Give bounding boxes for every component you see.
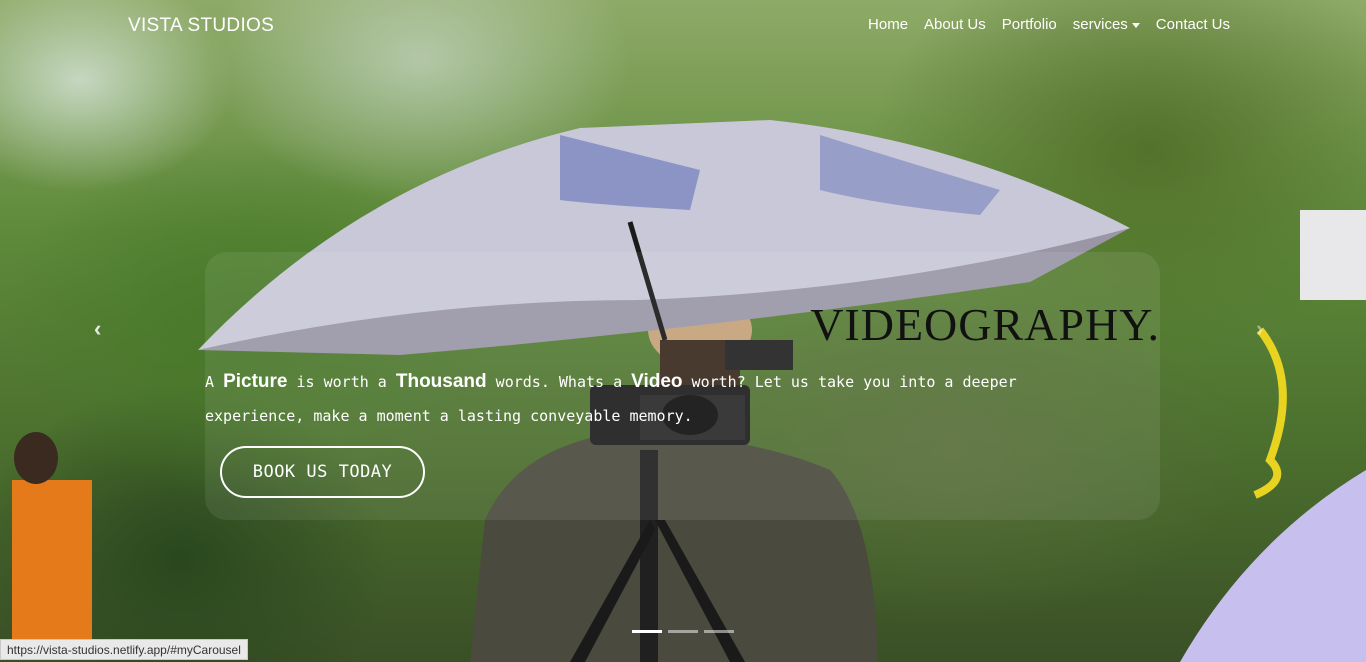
- browser-status-url: https://vista-studios.netlify.app/#myCar…: [0, 639, 248, 660]
- carousel-next-icon[interactable]: ›: [1256, 316, 1263, 342]
- nav-home[interactable]: Home: [868, 16, 908, 33]
- carousel-indicator[interactable]: [668, 630, 698, 633]
- nav-portfolio[interactable]: Portfolio: [1002, 16, 1057, 33]
- carousel-indicators: [632, 630, 734, 633]
- tagline-text: is worth a: [287, 373, 396, 391]
- nav-services-label: services: [1072, 16, 1128, 33]
- hero-carousel: VISTA STUDIOS Home About Us Portfolio se…: [0, 0, 1366, 662]
- tagline-emphasis: Thousand: [395, 371, 487, 392]
- brand-logo[interactable]: VISTA STUDIOS: [128, 15, 274, 37]
- carousel-prev-icon[interactable]: ‹: [94, 316, 101, 342]
- nav-links: Home About Us Portfolio services Contact…: [868, 16, 1230, 33]
- book-us-button[interactable]: BOOK US TODAY: [220, 446, 425, 498]
- tagline-emphasis: Picture: [223, 371, 288, 392]
- navbar: VISTA STUDIOS Home About Us Portfolio se…: [0, 0, 1366, 52]
- carousel-headline: VIDEOGRAPHY.: [810, 299, 1160, 350]
- tagline-text: words. Whats a: [486, 373, 632, 391]
- carousel-indicator[interactable]: [632, 630, 662, 633]
- nav-about-us[interactable]: About Us: [924, 16, 986, 33]
- nav-services-dropdown[interactable]: services: [1073, 16, 1140, 33]
- nav-contact-us[interactable]: Contact Us: [1156, 16, 1230, 33]
- carousel-tagline: A Picture is worth a Thousand words. Wha…: [205, 365, 1105, 433]
- tagline-emphasis: Video: [631, 371, 683, 392]
- carousel-indicator[interactable]: [704, 630, 734, 633]
- caret-down-icon: [1131, 22, 1140, 28]
- tagline-text: A: [205, 373, 224, 391]
